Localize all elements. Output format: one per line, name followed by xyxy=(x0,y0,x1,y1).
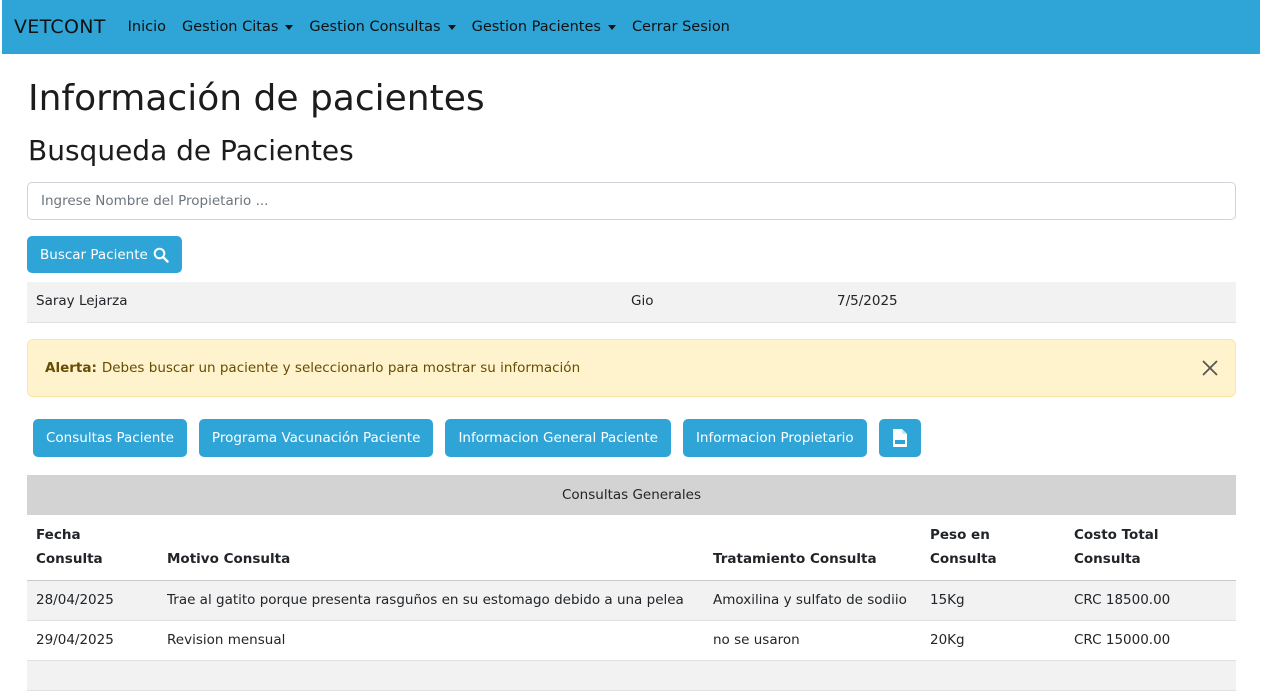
nav-gestion-citas[interactable]: Gestion Citas xyxy=(182,19,294,35)
nav-inicio-label: Inicio xyxy=(127,19,167,35)
alert-message: Debes buscar un paciente y seleccionarlo… xyxy=(101,360,581,376)
informacion-general-button[interactable]: Informacion General Paciente xyxy=(445,419,671,457)
column-header: Costo Total Consulta xyxy=(1065,515,1236,581)
nav-gestion-pacientes-label: Gestion Pacientes xyxy=(471,19,601,35)
nav-inicio[interactable]: Inicio xyxy=(128,19,166,35)
nav-gestion-consultas[interactable]: Gestion Consultas xyxy=(309,19,456,35)
cell-tratamiento: no se usaron xyxy=(704,620,921,661)
table-row: 28/04/2025 Trae al gatito porque present… xyxy=(27,580,1236,621)
informacion-propietario-button[interactable]: Informacion Propietario xyxy=(682,419,867,457)
column-header: Tratamiento Consulta xyxy=(704,515,921,581)
pdf-file-icon xyxy=(892,429,907,447)
chevron-down-icon xyxy=(285,24,294,30)
page-title: Información de pacientes xyxy=(28,78,485,119)
nav-cerrar-sesion-label: Cerrar Sesion xyxy=(631,19,730,35)
column-header: Motivo Consulta xyxy=(158,515,704,581)
alert-label: Alerta: xyxy=(45,360,97,376)
alert-warning: Alerta: Debes buscar un paciente y selec… xyxy=(27,339,1236,397)
search-input[interactable] xyxy=(27,182,1236,220)
vacunacion-paciente-button[interactable]: Programa Vacunación Paciente xyxy=(198,419,434,457)
result-pet: Gio xyxy=(631,293,654,309)
pdf-export-button[interactable] xyxy=(878,419,921,457)
cell-peso: 20Kg xyxy=(921,620,1065,661)
brand-logo[interactable]: VETCONT xyxy=(14,16,106,38)
top-navbar: VETCONT Inicio Gestion Citas Gestion Con… xyxy=(2,0,1260,54)
nav-gestion-pacientes[interactable]: Gestion Pacientes xyxy=(472,19,616,35)
cell-fecha: 28/04/2025 xyxy=(27,580,158,621)
nav-gestion-citas-label: Gestion Citas xyxy=(182,19,279,35)
cell-peso: 15Kg xyxy=(921,580,1065,621)
search-button-label: Buscar Paciente xyxy=(40,246,148,263)
result-owner: Saray Lejarza xyxy=(36,293,128,309)
search-result-row[interactable]: Saray Lejarza Gio 7/5/2025 xyxy=(27,282,1236,323)
consultas-paciente-button[interactable]: Consultas Paciente xyxy=(33,419,187,457)
cell-motivo: Trae al gatito porque presenta rasguños … xyxy=(158,580,704,621)
nav-cerrar-sesion[interactable]: Cerrar Sesion xyxy=(632,19,730,35)
consultas-table-title: Consultas Generales xyxy=(27,475,1236,515)
cell-motivo: Revision mensual xyxy=(158,620,704,661)
cell-costo: CRC 18500.00 xyxy=(1065,580,1236,621)
main-content: Información de pacientes Busqueda de Pac… xyxy=(2,54,1260,696)
patient-actions: Consultas Paciente Programa Vacunación P… xyxy=(33,419,933,457)
result-date: 7/5/2025 xyxy=(837,293,898,309)
consultas-table: Fecha Consulta Motivo Consulta Tratamien… xyxy=(27,515,1236,691)
table-header-row: Fecha Consulta Motivo Consulta Tratamien… xyxy=(27,515,1236,581)
chevron-down-icon xyxy=(447,24,456,30)
page-subtitle: Busqueda de Pacientes xyxy=(28,134,354,167)
table-row: 29/04/2025 Revision mensual no se usaron… xyxy=(27,620,1236,661)
table-row-partial xyxy=(27,660,1236,691)
chevron-down-icon xyxy=(607,24,616,30)
column-header: Peso en Consulta xyxy=(921,515,1065,581)
search-icon xyxy=(153,247,169,263)
cell-fecha: 29/04/2025 xyxy=(27,620,158,661)
nav-gestion-consultas-label: Gestion Consultas xyxy=(309,19,441,35)
cell-tratamiento: Amoxilina y sulfato de sodiio xyxy=(704,580,921,621)
column-header: Fecha Consulta xyxy=(27,515,158,581)
cell-costo: CRC 15000.00 xyxy=(1065,620,1236,661)
search-button[interactable]: Buscar Paciente xyxy=(27,236,182,273)
close-icon[interactable] xyxy=(1201,359,1219,377)
